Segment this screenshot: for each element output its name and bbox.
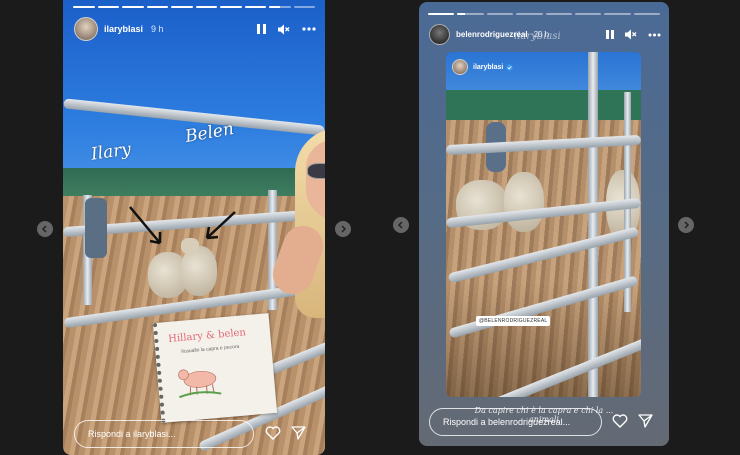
progress-segment (73, 6, 95, 8)
progress-segment (545, 13, 572, 15)
chevron-right-icon (341, 225, 347, 233)
progress-segment (195, 6, 217, 8)
reply-input[interactable]: Rispondi a belenrodriguezreal... (429, 408, 602, 436)
mute-button[interactable] (278, 24, 290, 35)
progress-segment (633, 13, 660, 15)
story-progress (73, 6, 315, 8)
share-button[interactable] (291, 426, 306, 440)
next-story-button[interactable] (678, 217, 694, 233)
heart-icon (265, 426, 281, 440)
chevron-left-icon (397, 221, 403, 229)
like-button[interactable] (612, 414, 628, 428)
send-icon (291, 426, 306, 440)
arrow-sticker (129, 206, 162, 245)
mute-button[interactable] (625, 29, 637, 40)
chevron-left-icon (41, 225, 47, 233)
more-horizontal-icon (648, 33, 661, 36)
share-button[interactable] (638, 414, 653, 428)
drawing-title: Hillary & belen (167, 327, 247, 345)
pause-button[interactable] (606, 30, 614, 39)
overlay-username: ilaryblasi (514, 31, 561, 42)
reply-placeholder: Rispondi a belenrodriguezreal... (443, 417, 571, 427)
story-viewer-right[interactable]: belenrodriguezreal 20 h ilaryblasi ilary… (419, 2, 669, 446)
progress-segment (457, 13, 484, 15)
child-drawing: Hillary & belen ilcauallo la capra e pec… (152, 313, 278, 423)
goat-drawing (178, 369, 222, 399)
shared-story-card[interactable]: ilaryblasi @BELENRODRIGUEZREAL (446, 52, 641, 397)
progress-segment (516, 13, 543, 15)
pause-icon (257, 24, 266, 34)
arrow-sticker (205, 211, 236, 240)
drawing-subtitle: ilcauallo la capra e pecora (181, 343, 240, 355)
pause-icon (606, 30, 614, 39)
verified-badge-icon (506, 63, 514, 71)
reply-placeholder: Rispondi a ilaryblasi... (88, 429, 176, 439)
story-time: 9 h (151, 24, 164, 34)
story-progress (428, 13, 660, 15)
progress-segment (146, 6, 168, 8)
next-story-button[interactable] (335, 221, 351, 237)
more-options-button[interactable] (302, 27, 316, 31)
heart-icon (612, 414, 628, 428)
progress-segment (122, 6, 144, 8)
avatar[interactable] (429, 24, 450, 45)
progress-segment (269, 6, 291, 8)
shared-story-header: ilaryblasi (452, 59, 514, 75)
progress-segment (293, 6, 315, 8)
shared-username: ilaryblasi (473, 63, 504, 71)
progress-segment (244, 6, 266, 8)
avatar[interactable] (74, 17, 98, 41)
avatar (452, 59, 468, 75)
progress-segment (428, 13, 455, 15)
story-header: ilaryblasi 9 h (74, 17, 316, 41)
prev-story-button[interactable] (37, 221, 53, 237)
progress-segment (574, 13, 602, 15)
like-button[interactable] (265, 426, 281, 440)
progress-segment (220, 6, 242, 8)
prev-story-button[interactable] (393, 217, 409, 233)
chevron-right-icon (684, 221, 690, 229)
pause-button[interactable] (257, 24, 266, 34)
send-icon (638, 414, 653, 428)
progress-segment (97, 6, 119, 8)
story-viewer-left[interactable]: Ilary Belen Hillary & belen ilcauallo la… (63, 0, 325, 455)
more-horizontal-icon (302, 27, 316, 31)
reply-input[interactable]: Rispondi a ilaryblasi... (74, 420, 254, 448)
story-username[interactable]: ilaryblasi (104, 24, 143, 34)
speaker-muted-icon (278, 24, 290, 34)
speaker-muted-icon (625, 29, 637, 40)
mention-sticker[interactable]: @BELENRODRIGUEZREAL (476, 316, 551, 326)
progress-segment (486, 13, 514, 15)
progress-segment (604, 13, 631, 15)
more-options-button[interactable] (648, 33, 661, 37)
progress-segment (171, 6, 193, 8)
